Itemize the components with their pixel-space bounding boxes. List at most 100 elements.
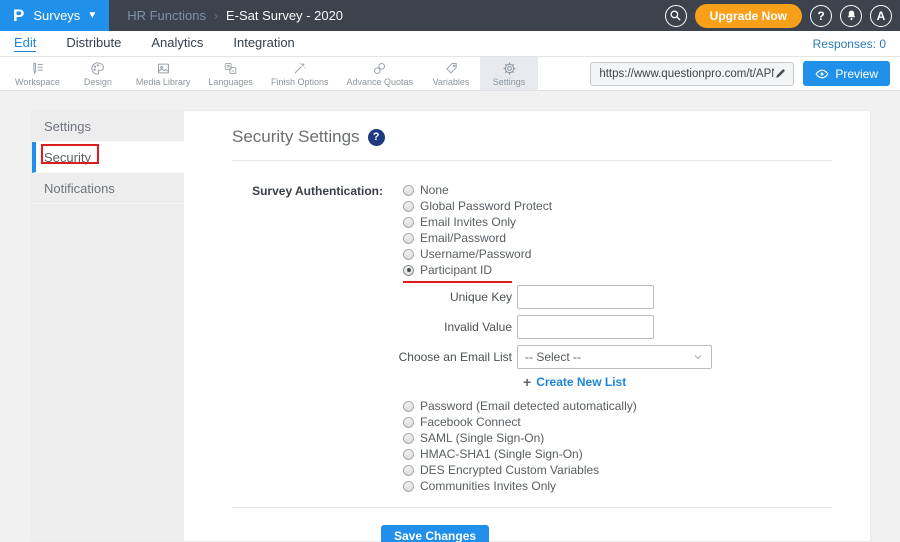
radio-username-password[interactable]: Username/Password [403, 246, 552, 262]
preview-button[interactable]: Preview [803, 61, 890, 86]
save-changes-button[interactable]: Save Changes [381, 525, 489, 542]
sidebar-item-label: Security [44, 150, 91, 165]
radio-communities-invites-only[interactable]: Communities Invites Only [403, 478, 832, 494]
email-list-select[interactable]: -- Select -- [517, 345, 712, 369]
radio-none[interactable]: None [403, 182, 552, 198]
breadcrumb: HR Functions › E-Sat Survey - 2020 [127, 8, 343, 23]
radio-des-encrypted-variables[interactable]: DES Encrypted Custom Variables [403, 462, 832, 478]
radio-label: Global Password Protect [420, 199, 552, 213]
unique-key-input[interactable] [517, 285, 654, 309]
breadcrumb-separator-icon: › [214, 9, 218, 23]
topbar-actions: Upgrade Now ? A [665, 4, 900, 28]
page-title: Security Settings [232, 127, 360, 147]
product-menu-label: Surveys [33, 8, 80, 23]
svg-text:A: A [232, 68, 236, 73]
sidebar-item-notifications[interactable]: Notifications [32, 173, 184, 204]
eye-icon [815, 67, 829, 81]
survey-url-input[interactable] [599, 68, 774, 80]
radio-label: Participant ID [420, 263, 492, 277]
radio-label: Communities Invites Only [420, 479, 556, 493]
toolbar-item-finish-options[interactable]: Finish Options [262, 57, 338, 90]
toolbar-item-workspace[interactable]: Workspace [6, 57, 69, 90]
sidebar-item-settings[interactable]: Settings [32, 111, 184, 142]
settings-page: Settings Security Notifications Security… [0, 111, 900, 542]
toolbar-item-languages[interactable]: A Languages [199, 57, 262, 90]
radio-saml-sso[interactable]: SAML (Single Sign-On) [403, 430, 832, 446]
tab-edit[interactable]: Edit [14, 35, 36, 52]
auth-options-extra: Password (Email detected automatically) … [403, 398, 832, 494]
help-circle-icon[interactable]: ? [368, 129, 385, 146]
account-avatar[interactable]: A [870, 5, 892, 27]
radio-label: SAML (Single Sign-On) [420, 431, 544, 445]
search-button[interactable] [665, 5, 687, 27]
radio-icon [403, 185, 414, 196]
radio-facebook-connect[interactable]: Facebook Connect [403, 414, 832, 430]
unique-key-label: Unique Key [232, 290, 517, 304]
radio-label: HMAC-SHA1 (Single Sign-On) [420, 447, 583, 461]
questionpro-logo: P [13, 6, 24, 26]
radio-icon [403, 481, 414, 492]
edit-toolbar: Workspace Design Media Library A Languag… [0, 57, 900, 91]
radio-global-password-protect[interactable]: Global Password Protect [403, 198, 552, 214]
unique-key-row: Unique Key [232, 285, 832, 309]
divider [232, 507, 832, 508]
email-list-label: Choose an Email List [232, 350, 517, 364]
radio-icon [403, 249, 414, 260]
toolbar-item-variables[interactable]: Variables [422, 57, 480, 90]
radio-password-email-detected[interactable]: Password (Email detected automatically) [403, 398, 832, 414]
radio-label: Email Invites Only [420, 215, 516, 229]
breadcrumb-survey-name: E-Sat Survey - 2020 [226, 8, 343, 23]
survey-nav: Edit Distribute Analytics Integration Re… [0, 31, 900, 57]
toolbar-label: Variables [433, 77, 470, 87]
toolbar-label: Advance Quotas [346, 77, 413, 87]
radio-email-password[interactable]: Email/Password [403, 230, 552, 246]
sidebar-item-security[interactable]: Security [32, 142, 184, 173]
toolbar-label: Languages [208, 77, 253, 87]
gear-icon [502, 61, 517, 76]
breadcrumb-folder[interactable]: HR Functions [127, 8, 206, 23]
tab-distribute[interactable]: Distribute [66, 35, 121, 52]
responses-count: Responses: 0 [813, 37, 886, 51]
radio-icon [403, 401, 414, 412]
radio-icon [403, 417, 414, 428]
radio-icon [403, 217, 414, 228]
radio-label: DES Encrypted Custom Variables [420, 463, 599, 477]
radio-label: Email/Password [420, 231, 506, 245]
magic-wand-icon [292, 61, 307, 76]
nav-tabs: Edit Distribute Analytics Integration [14, 35, 295, 52]
surveys-menu[interactable]: P Surveys ▼ [0, 0, 109, 31]
email-list-row: Choose an Email List -- Select -- [232, 345, 832, 369]
radio-hmac-sha1-sso[interactable]: HMAC-SHA1 (Single Sign-On) [403, 446, 832, 462]
invalid-value-label: Invalid Value [232, 320, 517, 334]
toolbar-item-advance-quotas[interactable]: Advance Quotas [337, 57, 422, 90]
survey-authentication-label: Survey Authentication: [232, 182, 383, 283]
sidebar-item-label: Settings [44, 119, 91, 134]
radio-icon [403, 465, 414, 476]
plus-icon: + [523, 376, 531, 388]
tab-analytics[interactable]: Analytics [151, 35, 203, 52]
create-new-list-link[interactable]: + Create New List [523, 375, 832, 389]
palette-icon [90, 61, 105, 76]
create-new-list-label: Create New List [536, 375, 626, 389]
radio-participant-id[interactable]: Participant ID [403, 262, 552, 278]
toolbar-item-media-library[interactable]: Media Library [127, 57, 200, 90]
radio-label: None [420, 183, 449, 197]
help-button[interactable]: ? [810, 5, 832, 27]
edit-pencil-icon[interactable] [774, 67, 787, 80]
toolbar-item-design[interactable]: Design [69, 57, 127, 90]
divider [232, 160, 832, 161]
upgrade-now-button[interactable]: Upgrade Now [695, 4, 802, 28]
radio-email-invites-only[interactable]: Email Invites Only [403, 214, 552, 230]
tab-integration[interactable]: Integration [233, 35, 294, 52]
toolbar-label: Design [84, 77, 112, 87]
chevron-down-icon [692, 351, 704, 363]
radio-label: Username/Password [420, 247, 531, 261]
invalid-value-input[interactable] [517, 315, 654, 339]
radio-selected-icon [403, 265, 414, 276]
translate-icon: A [223, 61, 238, 76]
caret-down-icon: ▼ [87, 10, 97, 21]
notifications-button[interactable] [840, 5, 862, 27]
image-icon [156, 61, 171, 76]
toolbar-item-settings[interactable]: Settings [480, 57, 538, 90]
select-value: -- Select -- [525, 350, 581, 364]
